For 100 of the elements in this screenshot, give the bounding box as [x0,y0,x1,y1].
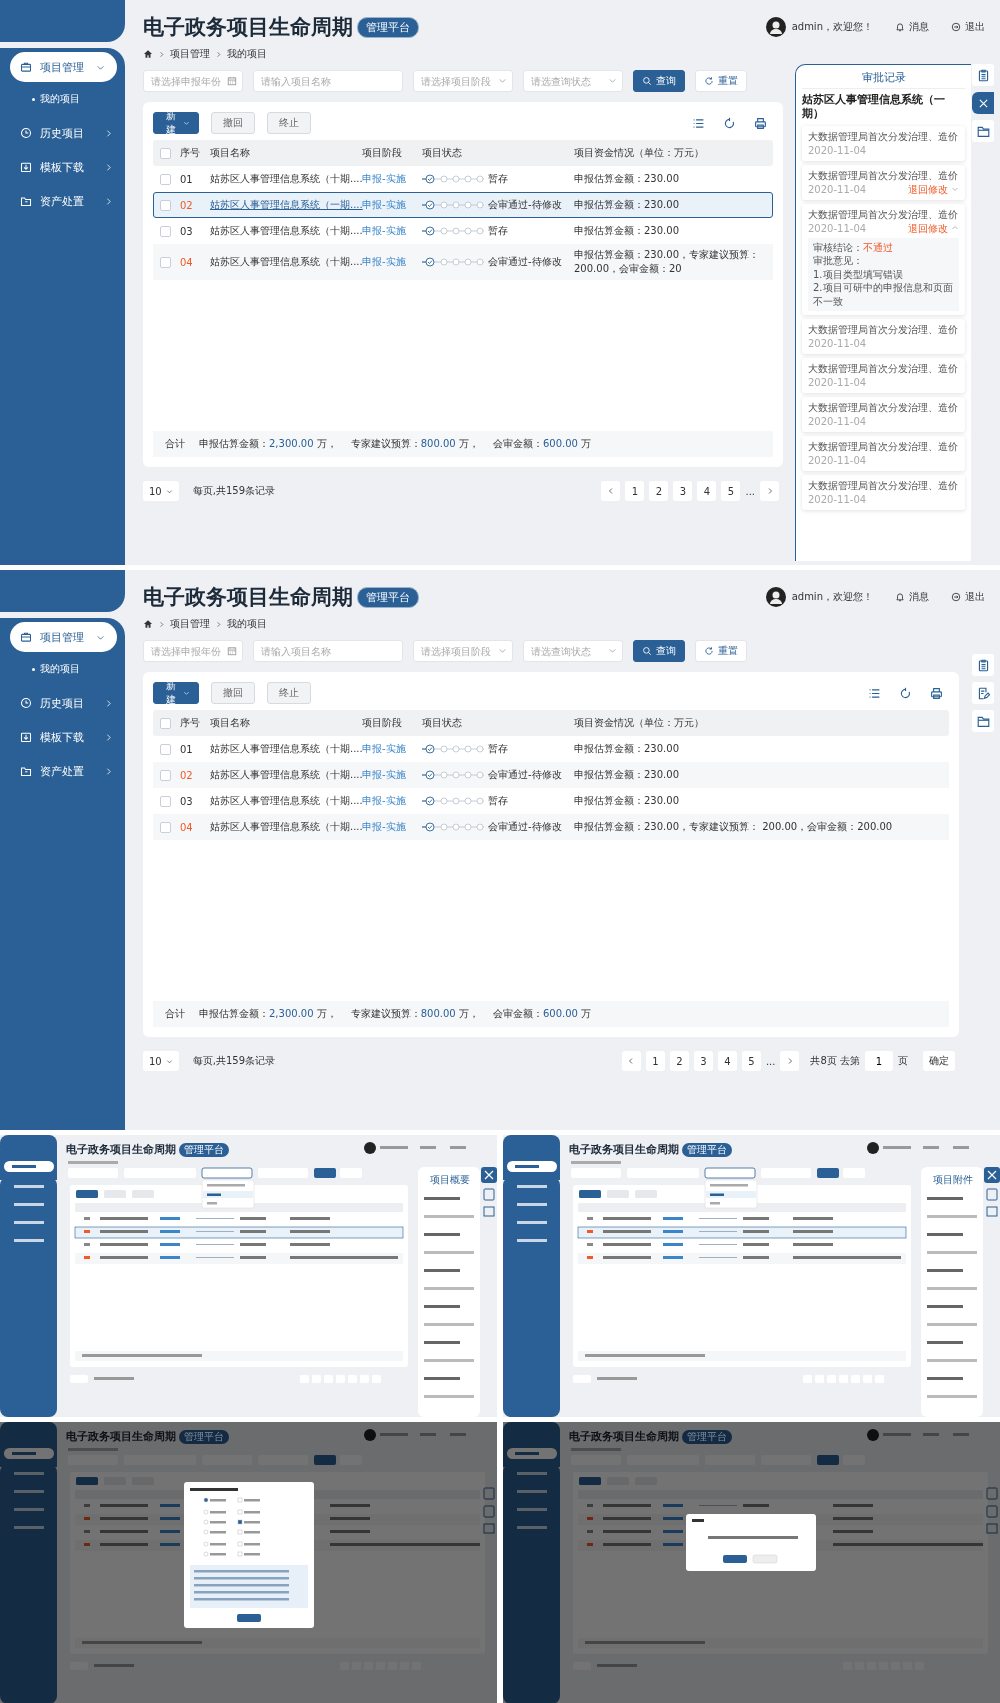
table-row[interactable]: 01 姑苏区人事管理信息系统（十期....申报-实施 暂存 申报估算金额：230.00 [153,166,773,192]
breadcrumb-item[interactable]: 项目管理 [170,47,210,61]
record-title: 大数据管理局首次分发治理、造价 [808,479,959,493]
previous-page-button[interactable] [621,1051,641,1071]
go-button[interactable]: 确定 [923,1051,955,1071]
nav-subitem[interactable]: 我的项目 [0,656,125,682]
name-field[interactable]: 请输入项目名称 [253,640,403,662]
nav-item[interactable]: 项目管理 [10,622,117,652]
previous-page-button[interactable] [601,481,621,501]
nav-item[interactable]: 资产处置 [0,186,125,216]
table-row[interactable]: 04 姑苏区人事管理信息系统（十期....申报-实施 会审通过-待修改 申报估算金额：230.00，专家建议预算： 200.00，会审金额：20 [153,244,773,280]
table-row[interactable]: 03 姑苏区人事管理信息系统（十期....申报-实施 暂存 申报估算金额：230.00 [153,218,773,244]
search-button[interactable]: 查询 [633,640,685,662]
table-row[interactable]: 02 姑苏区人事管理信息系统（十期....申报-实施 会审通过-待修改 申报估算金额：230.00 [153,762,949,788]
total-amount: 申报估算金额：2,300.00 万， [199,1007,337,1021]
page-button[interactable]: 4 [697,481,717,501]
page-button[interactable]: 1 [645,1051,665,1071]
select-field[interactable]: 请选查询状态 [523,640,623,662]
table-row[interactable]: 04 姑苏区人事管理信息系统（十期....申报-实施 会审通过-待修改 申报估算金额：230.00，专家建议预算： 200.00，会审金额：200.00 [153,814,949,840]
terminate-button[interactable]: 终止 [267,682,311,704]
nav-item[interactable]: 资产处置 [0,756,125,786]
breadcrumb-item: 我的项目 [227,47,267,61]
row-checkbox[interactable] [160,769,171,781]
reset-button[interactable]: 重置 [695,640,747,662]
record-card[interactable]: 大数据管理局首次分发治理、造价 2020-11-04 [802,475,965,511]
select-field[interactable]: 请选查询状态 [523,70,623,92]
date-field[interactable]: 请选择申报年份 [143,70,243,92]
page-button[interactable]: 3 [673,481,693,501]
select-all-checkbox[interactable] [160,147,171,159]
nav-item[interactable]: 项目管理 [10,52,117,82]
page-size-select[interactable]: 10 [143,1051,179,1071]
table-cell: 会审通过-待修改 [488,255,562,269]
chevron-right-icon [158,50,165,58]
stage-link[interactable]: 申报-实施 [362,172,420,186]
nav-item[interactable]: 历史项目 [0,118,125,148]
close-button[interactable] [972,92,994,114]
total-amount: 专家建议预算：800.00 万， [350,1007,479,1021]
name-field[interactable]: 请输入项目名称 [253,70,403,92]
record-card[interactable]: 大数据管理局首次分发治理、造价 2020-11-04 退回修改 审核结论：不通过 审批意见： 1.项目类型填写错误 2.项目可研中的申报信息和页面不一致 [802,203,965,316]
stage-link[interactable]: 申报-实施 [362,794,420,808]
select-field[interactable]: 请选择项目阶段 [413,640,513,662]
table-row[interactable]: 03 姑苏区人事管理信息系统（十期....申报-实施 暂存 申报估算金额：230.00 [153,788,949,814]
withdraw-button[interactable]: 撤回 [211,112,255,134]
nav-item[interactable]: 模板下载 [0,152,125,182]
table-cell-text: 04 [180,256,194,268]
withdraw-button[interactable]: 撤回 [211,682,255,704]
page-button[interactable]: 3 [693,1051,713,1071]
reset-button[interactable]: 重置 [695,70,747,92]
record-card[interactable]: 大数据管理局首次分发治理、造价 2020-11-04 退回修改 [802,164,965,200]
select-all-checkbox[interactable] [160,717,171,729]
row-checkbox[interactable] [160,743,171,755]
row-checkbox[interactable] [160,256,171,268]
terminate-button[interactable]: 终止 [267,112,311,134]
row-checkbox[interactable] [160,821,171,833]
table-cell: 姑苏区人事管理信息系统（十期.... [210,768,360,782]
page-button[interactable]: 1 [625,481,645,501]
table-row[interactable]: 02 姑苏区人事管理信息系统（一期....申报-实施 会审通过-待修改 申报估算金额：230.00 [153,192,773,218]
page-button[interactable]: 5 [721,481,741,501]
page-button[interactable]: 4 [717,1051,737,1071]
nav-item[interactable]: 模板下载 [0,722,125,752]
table-row[interactable]: 01 姑苏区人事管理信息系统（十期....申报-实施 暂存 申报估算金额：230.00 [153,736,949,762]
record-card[interactable]: 大数据管理局首次分发治理、造价 2020-11-04 [802,319,965,355]
page-input[interactable]: 1 [865,1051,893,1071]
chevron-right-icon [158,620,165,628]
stage-link[interactable]: 申报-实施 [362,768,420,782]
stage-link[interactable]: 申报-实施 [362,742,420,756]
page-button[interactable]: 5 [741,1051,761,1071]
logout-link[interactable]: 退出 [951,590,985,604]
row-checkbox[interactable] [160,225,171,237]
search-button[interactable]: 查询 [633,70,685,92]
side-tool-button[interactable] [972,120,994,142]
side-tool-button[interactable] [972,710,994,732]
select-field[interactable]: 请选择项目阶段 [413,70,513,92]
stage-link[interactable]: 申报-实施 [362,198,420,212]
page-button[interactable]: 2 [649,481,669,501]
record-card[interactable]: 大数据管理局首次分发治理、造价 2020-11-04 [802,125,965,161]
nav-item[interactable]: 历史项目 [0,688,125,718]
date-field[interactable]: 请选择申报年份 [143,640,243,662]
page-size-select[interactable]: 10 [143,481,179,501]
breadcrumb-item[interactable]: 项目管理 [170,617,210,631]
nav-subitem[interactable]: 我的项目 [0,86,125,112]
next-page-button[interactable] [780,1051,800,1071]
record-card[interactable]: 大数据管理局首次分发治理、造价 2020-11-04 [802,436,965,472]
record-card[interactable]: 大数据管理局首次分发治理、造价 2020-11-04 [802,358,965,394]
side-tool-button[interactable] [972,682,994,704]
next-page-button[interactable] [760,481,779,501]
messages-link[interactable]: 消息 [895,20,929,34]
row-checkbox[interactable] [160,795,171,807]
stage-link[interactable]: 申报-实施 [362,224,420,238]
row-checkbox[interactable] [160,173,171,185]
messages-link[interactable]: 消息 [895,590,929,604]
logout-link[interactable]: 退出 [951,20,985,34]
side-tool-button[interactable] [972,654,994,676]
stage-link[interactable]: 申报-实施 [362,255,420,269]
totals-label: 合计 [165,1007,185,1021]
page-button[interactable]: 2 [669,1051,689,1071]
stage-link[interactable]: 申报-实施 [362,820,420,834]
side-tool-button[interactable] [972,64,994,86]
row-checkbox[interactable] [160,199,171,211]
record-card[interactable]: 大数据管理局首次分发治理、造价 2020-11-04 [802,397,965,433]
